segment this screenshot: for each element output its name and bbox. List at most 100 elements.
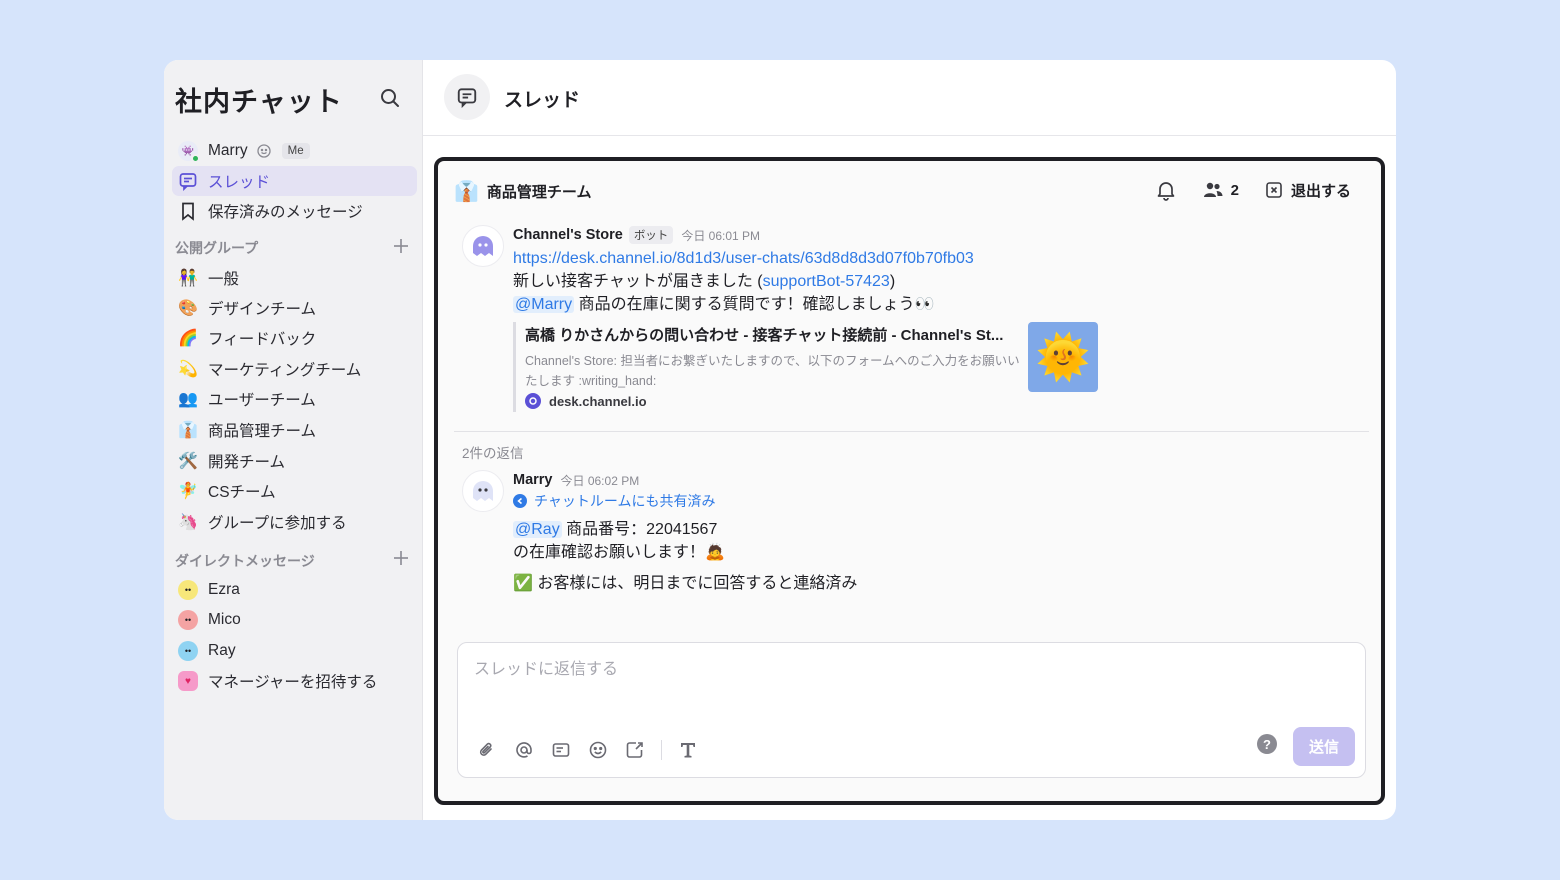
me-badge: Me	[281, 143, 310, 159]
sidebar-item-label: Ezra	[208, 581, 240, 598]
member-count: 2	[1230, 181, 1239, 199]
sidebar-item-label: CSチーム	[208, 484, 276, 501]
sidebar: 社内チャット 👾 Marry Me スレッド 保存済みのメッセージ 公開グループ…	[164, 60, 423, 820]
sidebar-item-label: ユーザーチーム	[208, 392, 316, 409]
group-emoji-icon: 👥	[178, 391, 198, 408]
sidebar-item-design-team[interactable]: 🎨 デザインチーム	[172, 293, 417, 323]
author-name[interactable]: Channel's Store	[513, 227, 623, 243]
group-emoji-icon: 👔	[178, 422, 198, 439]
sidebar-item-join-group[interactable]: 🦄 グループに参加する	[172, 507, 417, 537]
reply-input[interactable]	[474, 655, 1334, 715]
help-icon[interactable]: ?	[1257, 734, 1277, 754]
thread-panel: 👔 商品管理チーム 2 退出する Channel's Store ボット 今日 …	[434, 157, 1385, 805]
sidebar-item-label: マネージャーを招待する	[208, 674, 378, 691]
sidebar-item-label: 一般	[208, 271, 240, 288]
sidebar-item-me[interactable]: 👾 Marry Me	[172, 136, 417, 166]
group-emoji-icon: 💫	[178, 361, 198, 378]
shared-to-chatroom-link[interactable]: チャットルームにも共有済み	[513, 490, 1313, 512]
shared-arrow-icon	[513, 494, 527, 508]
share-icon[interactable]	[624, 739, 646, 761]
dm-item-ezra[interactable]: •• Ezra	[172, 575, 417, 605]
quote-icon[interactable]	[550, 739, 572, 761]
sidebar-item-label: Ray	[208, 642, 236, 659]
message-text: 商品番号：22041567	[561, 521, 718, 538]
search-icon[interactable]	[378, 86, 402, 110]
app-title: 社内チャット	[175, 87, 343, 117]
mention-ray[interactable]: @Ray	[513, 521, 562, 538]
avatar: ••	[176, 578, 200, 602]
attach-icon[interactable]	[476, 739, 498, 761]
leave-label: 退出する	[1290, 182, 1351, 200]
sidebar-item-general[interactable]: 👫 一般	[172, 263, 417, 293]
sidebar-item-threads[interactable]: スレッド	[172, 166, 417, 196]
preview-site: desk.channel.io	[525, 393, 1098, 409]
app-window: 社内チャット 👾 Marry Me スレッド 保存済みのメッセージ 公開グループ…	[164, 60, 1396, 820]
emoji-icon[interactable]	[587, 739, 609, 761]
avatar: 👾	[176, 139, 200, 163]
sidebar-item-marketing-team[interactable]: 💫 マーケティングチーム	[172, 354, 417, 384]
leave-icon	[1266, 182, 1282, 198]
user-name: Marry	[208, 142, 248, 159]
dm-item-ray[interactable]: •• Ray	[172, 636, 417, 666]
leave-button[interactable]: 退出する	[1265, 180, 1351, 201]
group-emoji-icon: 👔	[454, 181, 479, 203]
message-text: ✅ お客様には、明日までに回答すると連絡済み	[513, 575, 858, 592]
main-panel: スレッド 👔 商品管理チーム 2 退出する Channel's Store ボッ…	[423, 60, 1396, 820]
chat-url-link[interactable]: https://desk.channel.io/8d1d3/user-chats…	[513, 250, 974, 267]
toolbar-divider	[661, 740, 662, 760]
direct-messages-header: ダイレクトメッセージ	[175, 553, 315, 569]
sidebar-item-label: グループに参加する	[208, 515, 347, 532]
message-text: の在庫確認お願いします！🙇	[513, 544, 725, 561]
message-body: Marry 今日 06:02 PM チャットルームにも共有済み @Ray 商品番…	[513, 470, 1313, 595]
status-emoji-icon[interactable]	[256, 143, 272, 159]
message-meta: Channel's Store ボット 今日 06:01 PM	[513, 225, 1313, 245]
preview-title: 高橋 りかさんからの問い合わせ - 接客チャット接続前 - Channel's …	[525, 327, 1004, 344]
avatar: ••	[176, 608, 200, 632]
message-line: の在庫確認お願いします！🙇	[513, 541, 1313, 564]
sidebar-item-dev-team[interactable]: 🛠️ 開発チーム	[172, 446, 417, 476]
group-emoji-icon: 👫	[178, 270, 198, 287]
message-line: @Marry 商品の在庫に関する質問です！確認しましょう👀	[513, 293, 1313, 316]
message-text: 新しい接客チャットが届きました (	[513, 273, 763, 290]
dm-item-mico[interactable]: •• Mico	[172, 605, 417, 635]
sidebar-item-saved[interactable]: 保存済みのメッセージ	[172, 196, 417, 226]
link-preview-card[interactable]: 高橋 りかさんからの問い合わせ - 接客チャット接続前 - Channel's …	[513, 322, 1098, 412]
divider	[454, 431, 1369, 432]
timestamp: 今日 06:02 PM	[560, 473, 640, 488]
message-line: 新しい接客チャットが届きました (supportBot-57423)	[513, 270, 1313, 293]
invite-manager-item[interactable]: ♥ マネージャーを招待する	[172, 666, 417, 696]
sidebar-item-user-team[interactable]: 👥 ユーザーチーム	[172, 384, 417, 414]
thread-icon	[444, 74, 490, 120]
heart-icon: ♥	[176, 669, 200, 693]
sidebar-item-label: Mico	[208, 611, 241, 628]
shared-label: チャットルームにも共有済み	[534, 493, 716, 509]
sidebar-item-label: 商品管理チーム	[208, 423, 317, 440]
preview-description: Channel's Store: 担当者にお繋ぎいたしますので、以下のフォームへ…	[525, 354, 1020, 388]
send-button[interactable]: 送信	[1293, 727, 1355, 766]
bell-icon[interactable]	[1155, 179, 1177, 201]
thread-icon	[176, 169, 200, 193]
message-body: Channel's Store ボット 今日 06:01 PM https://…	[513, 225, 1313, 412]
sidebar-item-product-team[interactable]: 👔 商品管理チーム	[172, 415, 417, 445]
add-dm-icon[interactable]	[392, 549, 410, 567]
message-line: https://desk.channel.io/8d1d3/user-chats…	[513, 247, 1313, 270]
members-button[interactable]: 2	[1203, 181, 1239, 199]
online-status-dot	[191, 154, 200, 163]
preview-thumbnail[interactable]: 🌞	[1028, 322, 1098, 392]
sidebar-item-cs-team[interactable]: 🧚 CSチーム	[172, 476, 417, 506]
mention-icon[interactable]	[513, 739, 535, 761]
group-emoji-icon: 🦄	[178, 514, 198, 531]
mention-marry[interactable]: @Marry	[513, 296, 575, 313]
message-text: 商品の在庫に関する質問です！確認しましょう👀	[574, 296, 935, 313]
support-bot-link[interactable]: supportBot-57423	[763, 273, 890, 290]
thread-group-header[interactable]: 👔 商品管理チーム	[454, 179, 591, 204]
sidebar-item-feedback[interactable]: 🌈 フィードバック	[172, 323, 417, 353]
add-group-icon[interactable]	[392, 237, 410, 255]
message-line: @Ray 商品番号：22041567	[513, 518, 1313, 541]
group-emoji-icon: 🛠️	[178, 453, 198, 470]
sidebar-item-label: フィードバック	[208, 331, 317, 348]
public-groups-header: 公開グループ	[175, 240, 259, 256]
message-meta: Marry 今日 06:02 PM	[513, 470, 1313, 490]
author-name[interactable]: Marry	[513, 472, 553, 488]
text-format-icon[interactable]	[677, 739, 699, 761]
